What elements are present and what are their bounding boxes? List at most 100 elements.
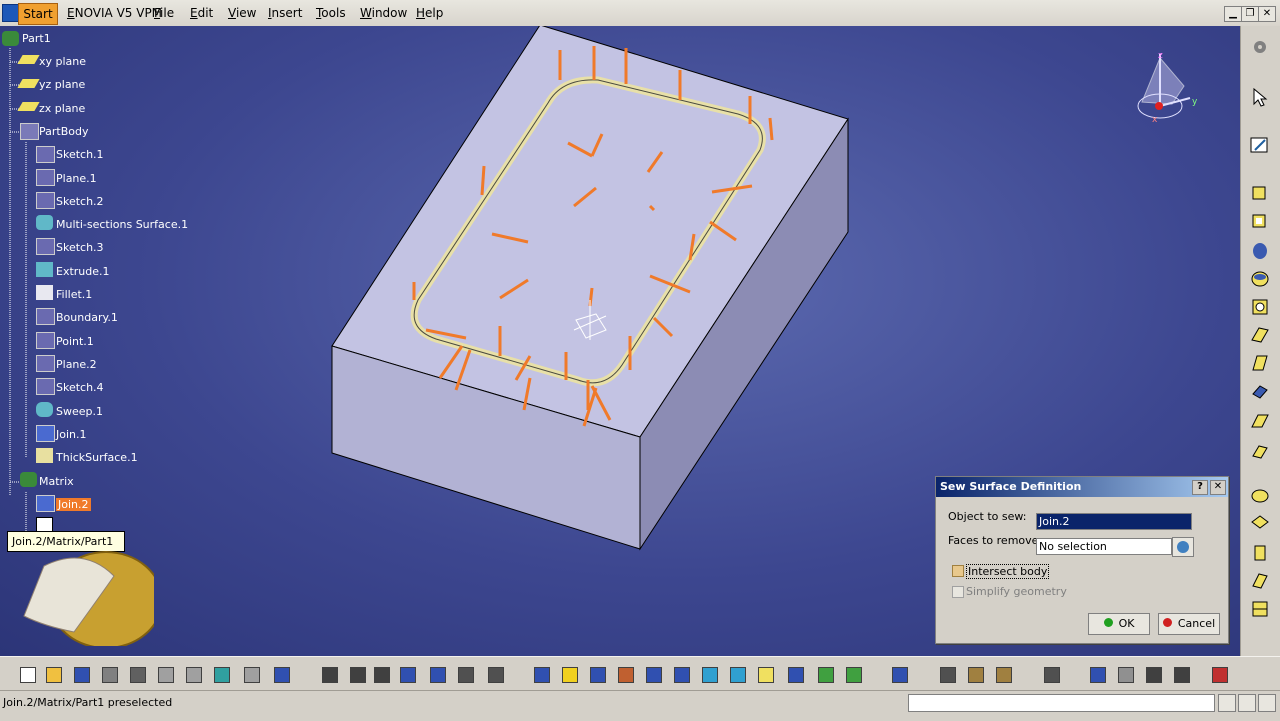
menu-help[interactable]: Help xyxy=(416,5,443,21)
chamfer-icon[interactable] xyxy=(1249,542,1271,564)
menu-tools[interactable]: Tools xyxy=(316,5,346,21)
tree-node-join-2[interactable]: Join.2 xyxy=(56,498,91,511)
zoom-in-icon[interactable] xyxy=(642,663,664,685)
print-icon[interactable] xyxy=(1208,663,1230,685)
rotate-icon[interactable] xyxy=(614,663,636,685)
tree-node-sketch-1[interactable]: Sketch.1 xyxy=(56,148,104,161)
tree-root[interactable]: Part1 xyxy=(22,32,51,45)
sketch-icon[interactable] xyxy=(1249,134,1271,156)
new-icon[interactable] xyxy=(1114,663,1136,685)
save-icon[interactable] xyxy=(70,663,92,685)
whats-this-icon[interactable] xyxy=(270,663,292,685)
status-stop-button[interactable] xyxy=(1238,694,1256,712)
edit-icon[interactable] xyxy=(842,663,864,685)
pad-icon[interactable] xyxy=(1249,182,1271,204)
tree-node-multi-sections-surface-1[interactable]: Multi-sections Surface.1 xyxy=(56,218,188,231)
close-button[interactable]: ✕ xyxy=(1258,6,1276,22)
table-icon[interactable] xyxy=(396,663,418,685)
catia-logo[interactable] xyxy=(1086,663,1108,685)
knowledge-icon[interactable] xyxy=(370,663,392,685)
shaft-icon[interactable] xyxy=(1249,240,1271,262)
select-arrow-icon[interactable] xyxy=(1249,86,1271,108)
remove-icon[interactable] xyxy=(1249,440,1271,462)
axis-icon[interactable] xyxy=(992,663,1014,685)
simplify-geometry-checkbox[interactable] xyxy=(952,586,964,598)
faces-list-button[interactable] xyxy=(1172,537,1194,557)
tree-node-sketch-3[interactable]: Sketch.3 xyxy=(56,241,104,254)
cut-icon[interactable] xyxy=(126,663,148,685)
zoom-out-icon[interactable] xyxy=(670,663,692,685)
restore-button[interactable]: ❐ xyxy=(1241,6,1259,22)
snapshot-icon[interactable] xyxy=(888,663,910,685)
normal-view-icon[interactable] xyxy=(698,663,720,685)
redo-icon[interactable] xyxy=(240,663,262,685)
paste-icon[interactable] xyxy=(182,663,204,685)
dialog-close-button[interactable]: ✕ xyxy=(1210,480,1226,495)
gear-icon[interactable] xyxy=(1249,36,1271,58)
draft-icon[interactable] xyxy=(1249,484,1271,506)
start-menu[interactable]: Start xyxy=(18,3,58,25)
swap-icon[interactable] xyxy=(814,663,836,685)
stiffener-icon[interactable] xyxy=(1249,380,1271,402)
save-icon[interactable] xyxy=(1170,663,1192,685)
tree-node-boundary-1[interactable]: Boundary.1 xyxy=(56,311,118,324)
measure-icon[interactable] xyxy=(484,663,506,685)
scale-icon[interactable] xyxy=(1040,663,1062,685)
tree-node-matrix[interactable]: Matrix xyxy=(39,475,74,488)
open-icon[interactable] xyxy=(42,663,64,685)
views-icon[interactable] xyxy=(726,663,748,685)
hole-icon[interactable] xyxy=(1249,296,1271,318)
menu-edit[interactable]: Edit xyxy=(190,5,213,21)
tree-node-plane-2[interactable]: Plane.2 xyxy=(56,358,97,371)
compass-widget[interactable]: z y x xyxy=(1130,46,1200,126)
shell-icon[interactable] xyxy=(1249,570,1271,592)
fly-icon[interactable] xyxy=(530,663,552,685)
fillet-icon[interactable] xyxy=(1249,512,1271,534)
tree-node-sweep-1[interactable]: Sweep.1 xyxy=(56,405,103,418)
tree-node-xy-plane[interactable]: xy plane xyxy=(39,55,86,68)
hide-show-icon[interactable] xyxy=(784,663,806,685)
ok-button[interactable]: OK xyxy=(1088,613,1150,635)
new-icon[interactable] xyxy=(16,663,38,685)
hand-icon[interactable] xyxy=(964,663,986,685)
slot-icon[interactable] xyxy=(1249,352,1271,374)
spin-icon[interactable] xyxy=(936,663,958,685)
tree-node-extrude-1[interactable]: Extrude.1 xyxy=(56,265,110,278)
tree-icon[interactable] xyxy=(426,663,448,685)
catalog-icon[interactable] xyxy=(454,663,476,685)
minimize-button[interactable]: ▁ xyxy=(1224,6,1242,22)
tree-node-sketch-4[interactable]: Sketch.4 xyxy=(56,381,104,394)
tree-node-sketch-2[interactable]: Sketch.2 xyxy=(56,195,104,208)
command-input[interactable] xyxy=(908,694,1215,712)
tree-node-plane-1[interactable]: Plane.1 xyxy=(56,172,97,185)
status-minimize-button[interactable] xyxy=(1218,694,1236,712)
copy-icon[interactable] xyxy=(154,663,176,685)
tree-node-fillet-1[interactable]: Fillet.1 xyxy=(56,288,92,301)
menu-view[interactable]: View xyxy=(228,5,256,21)
cancel-button[interactable]: Cancel xyxy=(1158,613,1220,635)
undo-icon[interactable] xyxy=(210,663,232,685)
fit-all-icon[interactable] xyxy=(558,663,580,685)
tree-node-zx-plane[interactable]: zx plane xyxy=(39,102,85,115)
object-to-sew-field[interactable]: Join.2 xyxy=(1036,513,1192,530)
tree-node-point-1[interactable]: Point.1 xyxy=(56,335,94,348)
pan-icon[interactable] xyxy=(586,663,608,685)
print-icon[interactable] xyxy=(98,663,120,685)
menu-window[interactable]: Window xyxy=(360,5,407,21)
tree-node-yz-plane[interactable]: yz plane xyxy=(39,78,85,91)
tree-node-thicksurface-1[interactable]: ThickSurface.1 xyxy=(56,451,138,464)
pocket-icon[interactable] xyxy=(1249,210,1271,232)
render-icon[interactable] xyxy=(754,663,776,685)
tree-node-join-1[interactable]: Join.1 xyxy=(56,428,87,441)
thickness-icon[interactable] xyxy=(1249,598,1271,620)
intersect-body-checkbox[interactable] xyxy=(952,565,964,577)
intersect-body-label[interactable]: Intersect body xyxy=(966,564,1050,579)
faces-to-remove-field[interactable]: No selection xyxy=(1036,538,1172,555)
open-icon[interactable] xyxy=(1142,663,1164,685)
menu-enovia[interactable]: ENOVIA V5 VPM xyxy=(67,5,162,21)
dialog-title-bar[interactable]: Sew Surface Definition ? ✕ xyxy=(936,477,1228,497)
dialog-help-button[interactable]: ? xyxy=(1192,480,1208,495)
formula-icon[interactable] xyxy=(318,663,340,685)
status-restore-button[interactable] xyxy=(1258,694,1276,712)
rib-icon[interactable] xyxy=(1249,324,1271,346)
